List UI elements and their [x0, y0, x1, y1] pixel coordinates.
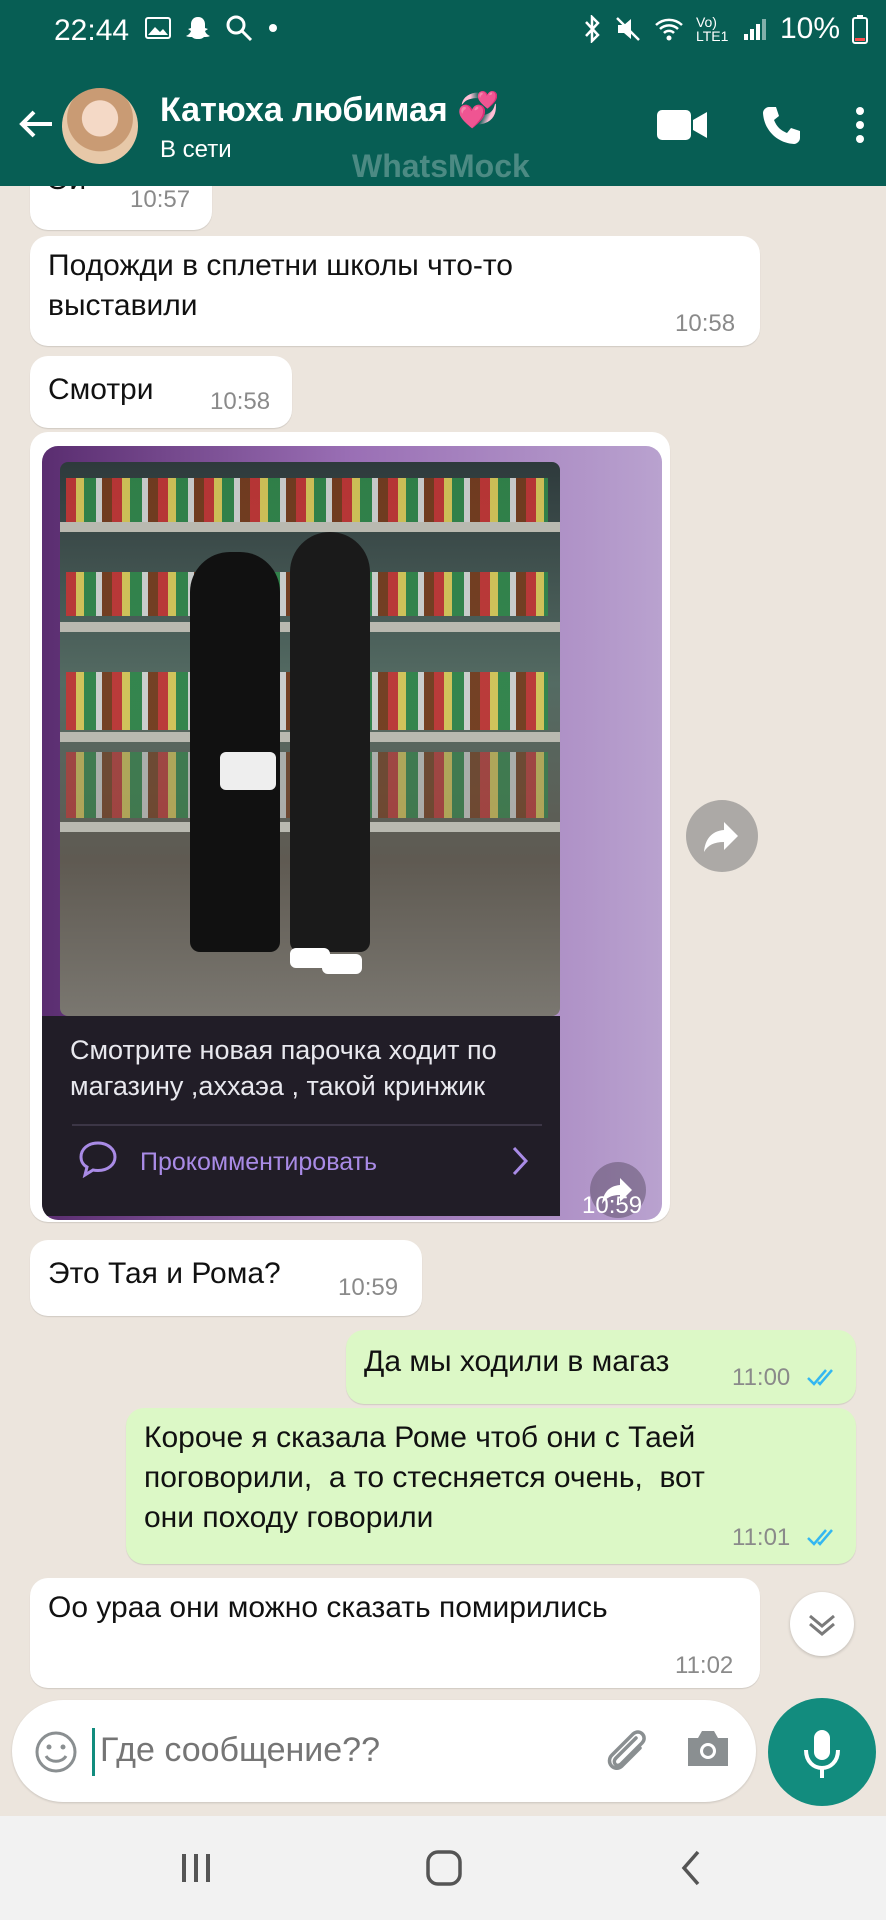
signal-icon [743, 19, 766, 40]
bluetooth-icon [585, 15, 600, 43]
status-system-icons: Vo) LTE1 10% [582, 12, 868, 46]
message-time: 11:01 [732, 1524, 791, 1551]
status-notification-icons [145, 14, 279, 42]
read-receipt-icon [807, 1529, 833, 1546]
person-figure [290, 532, 370, 952]
comment-link[interactable]: Прокомментировать [140, 1148, 377, 1177]
search-icon [226, 15, 253, 42]
forward-icon [704, 822, 738, 852]
message-incoming[interactable]: Ой 10:57 [30, 186, 212, 230]
message-text: Ой [46, 186, 86, 200]
paperclip-icon[interactable] [602, 1724, 652, 1776]
forward-button[interactable] [686, 800, 758, 872]
message-text: Оо ураа они можно сказать помирились [48, 1591, 608, 1624]
dot-icon [269, 24, 277, 32]
read-receipt-icon [807, 1369, 833, 1386]
status-time: 22:44 [54, 14, 130, 47]
message-incoming[interactable]: Подожди в сплетни школы что-то выставили… [30, 236, 760, 346]
contact-name[interactable]: Катюха любимая 💞 [160, 90, 500, 130]
snapchat-icon [186, 17, 210, 39]
message-incoming[interactable]: Оо ураа они можно сказать помирились 11:… [30, 1578, 760, 1688]
message-time: 10:59 [582, 1192, 643, 1219]
contact-avatar[interactable] [62, 88, 138, 164]
system-nav-bar [0, 1816, 886, 1920]
text-cursor [92, 1728, 95, 1776]
media-card[interactable]: Смотрите новая парочка ходит по магазину… [42, 446, 662, 1220]
message-time: 10:59 [338, 1274, 399, 1301]
recent-apps-icon[interactable] [176, 1848, 216, 1888]
back-arrow-icon[interactable] [16, 104, 56, 144]
message-text: Короче я сказала Роме чтоб они с Таей по… [144, 1421, 705, 1534]
chat-header: Катюха любимая 💞 В сети WhatsMock [0, 64, 886, 186]
shared-photo[interactable] [60, 462, 560, 1016]
mute-icon [616, 17, 640, 41]
microphone-button[interactable] [768, 1698, 876, 1806]
message-text: Смотри [48, 373, 154, 406]
phone-call-icon[interactable] [760, 104, 802, 146]
message-text: Это Тая и Рома? [48, 1257, 281, 1290]
scroll-to-bottom-button[interactable] [790, 1592, 854, 1656]
emoji-icon[interactable] [34, 1730, 78, 1774]
gallery-icon [145, 17, 171, 39]
camera-icon[interactable] [684, 1726, 732, 1770]
message-text: Да мы ходили в магаз [364, 1345, 670, 1378]
message-outgoing[interactable]: Да мы ходили в магаз 11:00 [346, 1330, 856, 1404]
home-icon[interactable] [424, 1848, 464, 1888]
double-chevron-down-icon [809, 1614, 835, 1636]
message-input-bar [12, 1700, 756, 1802]
chat-area[interactable]: Ой 10:57 Подожди в сплетни школы что-то … [0, 186, 886, 1696]
contact-status: В сети [160, 136, 232, 163]
video-call-icon[interactable] [656, 108, 708, 142]
battery-level: 10% [779, 12, 840, 45]
watermark: WhatsMock [352, 148, 530, 184]
message-time: 10:58 [675, 310, 736, 337]
message-outgoing[interactable]: Короче я сказала Роме чтоб они с Таей по… [126, 1408, 856, 1564]
message-input[interactable] [98, 1730, 502, 1771]
battery-icon [852, 15, 868, 44]
message-incoming[interactable]: Смотри 10:58 [30, 356, 292, 428]
microphone-icon [804, 1730, 840, 1778]
message-time: 10:58 [210, 388, 271, 415]
chevron-right-icon[interactable] [510, 1144, 530, 1178]
header-actions [656, 104, 866, 146]
post-caption-box: Смотрите новая парочка ходит по магазину… [42, 1016, 560, 1216]
status-bar: 22:44 Vo) LTE1 10% [0, 0, 886, 64]
network-label: Vo) LTE1 [695, 14, 729, 44]
message-time: 11:00 [732, 1364, 791, 1391]
wifi-icon [655, 18, 683, 41]
message-time: 11:02 [675, 1652, 734, 1679]
menu-dots-icon[interactable] [854, 105, 866, 145]
comment-bubble-icon [79, 1141, 117, 1178]
message-text: Подожди в сплетни школы что-то выставили [48, 249, 513, 322]
message-time: 10:57 [130, 186, 191, 213]
back-nav-icon[interactable] [672, 1848, 712, 1888]
post-caption: Смотрите новая парочка ходит по магазину… [70, 1035, 497, 1101]
message-incoming[interactable]: Это Тая и Рома? 10:59 [30, 1240, 422, 1316]
